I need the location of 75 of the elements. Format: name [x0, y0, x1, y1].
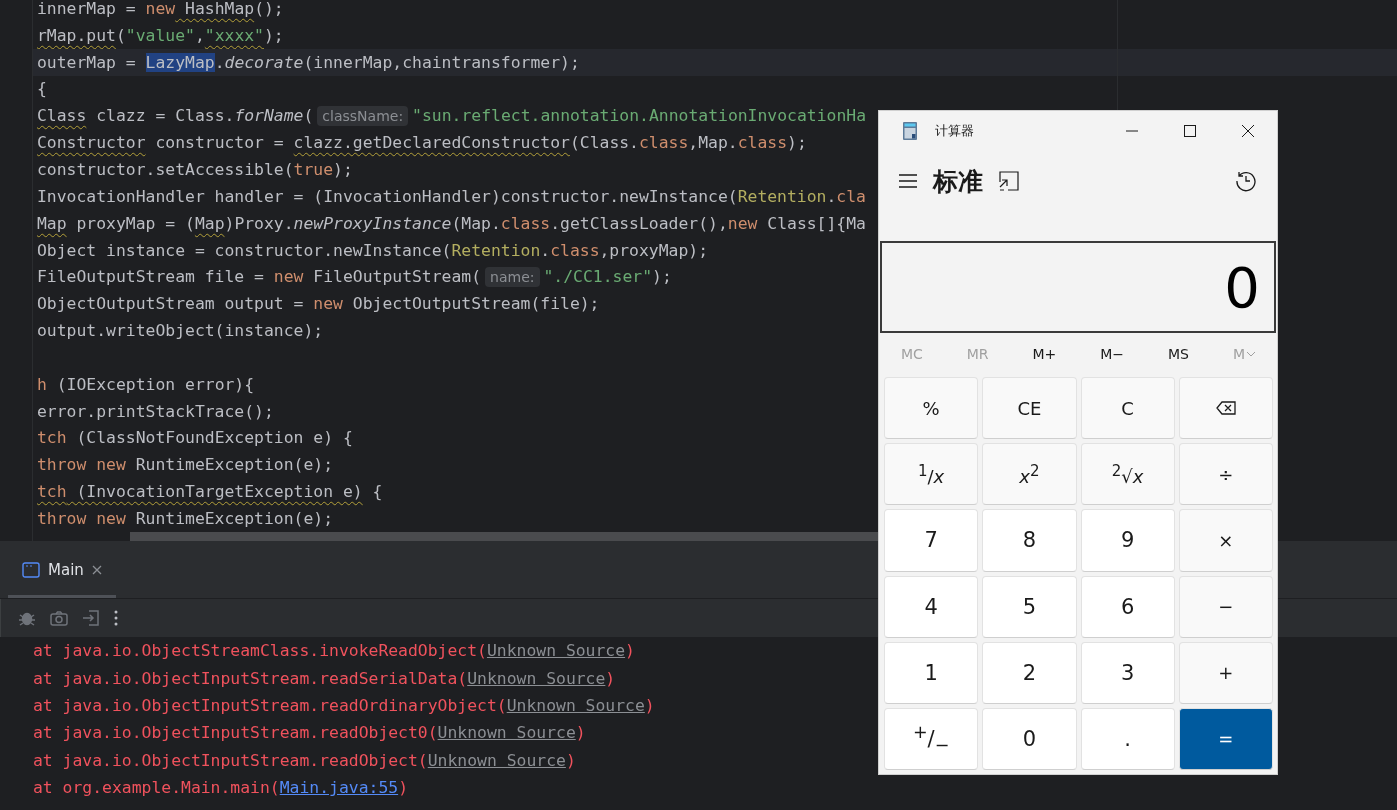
calculator-key[interactable]: 2 — [982, 641, 1077, 704]
code-line: throw new RuntimeException(e); — [37, 455, 334, 475]
caret-icon — [1247, 351, 1255, 357]
window-title: 计算器 — [935, 122, 975, 140]
code-line: ObjectOutputStream output = new ObjectOutputStream(file); — [37, 294, 600, 314]
code-line: constructor.setAccessible(true); — [37, 160, 353, 179]
result-display: 0 — [880, 241, 1276, 333]
code-line: Object instance = constructor.newInstance(Retention.class,proxyMap); — [37, 240, 709, 260]
code-line: error.printStackTrace(); — [37, 401, 274, 421]
console-line: at org.example.Main.main(Main.java:55) — [33, 777, 408, 800]
code-line: tch (ClassNotFoundException e) { — [37, 428, 353, 448]
backspace-button[interactable] — [1178, 377, 1273, 440]
console-line: at java.io.ObjectInputStream.readOrdinaryObject(Unknown Source) — [33, 694, 655, 717]
code-line: rMap.put("value","xxxx"); — [37, 25, 284, 45]
calculator-key[interactable]: $^{2}$√x — [1080, 443, 1175, 506]
maximize-icon[interactable] — [1184, 125, 1196, 137]
memory-button[interactable]: M− — [1092, 342, 1133, 366]
window-icon — [22, 561, 40, 578]
backspace-icon — [1215, 401, 1236, 416]
code-line: output.writeObject(instance); — [37, 321, 324, 341]
source-link[interactable]: Unknown Source — [506, 695, 645, 715]
code-line: tch (InvocationTargetException e) { — [37, 482, 383, 502]
history-icon[interactable] — [1235, 170, 1257, 192]
code-line: FileOutputStream file = new FileOutputStream( name: "./CC1.ser"); — [37, 266, 672, 287]
source-link[interactable]: Unknown Source — [486, 641, 626, 661]
exit-icon[interactable] — [81, 608, 101, 628]
calculator-key[interactable]: + — [1178, 641, 1273, 704]
code-line: innerMap = new HashMap(); — [37, 0, 284, 18]
source-link[interactable]: Unknown Source — [437, 723, 576, 743]
console-line: at java.io.ObjectInputStream.readObject(Unknown Source) — [33, 749, 576, 772]
calculator-key[interactable]: 6 — [1080, 575, 1175, 638]
menu-icon[interactable] — [899, 174, 917, 188]
calculator-key[interactable]: CE — [982, 377, 1077, 440]
console-line: at java.io.ObjectInputStream.readObject0(Unknown Source) — [33, 722, 586, 745]
calculator-key[interactable]: ÷ — [1178, 443, 1273, 506]
calculator-key[interactable]: C — [1080, 377, 1175, 440]
calculator-key[interactable]: $^{+}$/$_{−}$ — [884, 707, 979, 770]
calculator-key[interactable]: × — [1178, 509, 1273, 572]
calculator-key[interactable]: % — [884, 377, 979, 440]
mode-title: 标准 — [933, 165, 983, 198]
calculator-key[interactable]: 0 — [982, 707, 1077, 770]
calculator-key[interactable]: − — [1178, 575, 1273, 638]
close-icon[interactable] — [1242, 125, 1254, 137]
source-link[interactable]: Main.java:55 — [279, 778, 399, 798]
calculator-key[interactable]: 5 — [982, 575, 1077, 638]
calculator-key[interactable]: = — [1178, 707, 1273, 770]
code-line: h (IOException error){ — [37, 374, 255, 394]
console-line: at java.io.ObjectStreamClass.invokeReadObject(Unknown Source) — [33, 640, 635, 663]
code-line: Constructor constructor = clazz.getDeclaredConstructor(Class.class,Map.class); — [37, 133, 807, 153]
code-line: InvocationHandler handler = (InvocationHandler)constructor.newInstance(Retention.cla — [37, 186, 866, 206]
calculator-key[interactable]: 4 — [884, 575, 979, 638]
calculator-key[interactable]: 9 — [1080, 509, 1175, 572]
memory-button[interactable]: MS — [1160, 342, 1197, 366]
code-line: Map proxyMap = (Map)Proxy.newProxyInstance(Map.class.getClassLoader(),new Class[]{Ma — [37, 213, 866, 233]
code-line: throw new RuntimeException(e); — [37, 508, 334, 528]
calculator-key[interactable]: 3 — [1080, 641, 1175, 704]
keep-on-top-icon[interactable] — [999, 171, 1019, 191]
more-icon[interactable] — [113, 608, 119, 628]
source-link[interactable]: Unknown Source — [467, 668, 606, 688]
code-line: outerMap = LazyMap.decorate(innerMap,chaintransformer); — [37, 52, 580, 72]
calculator-key[interactable]: 1 — [884, 641, 979, 704]
calculator-key[interactable]: x$^{2}$ — [982, 443, 1077, 506]
camera-icon[interactable] — [49, 608, 69, 628]
calculator-key[interactable]: $^{1}$/x — [884, 443, 979, 506]
console-line: at java.io.ObjectInputStream.readSerialData(Unknown Source) — [33, 667, 616, 690]
scrollbar[interactable] — [130, 532, 878, 541]
memory-button[interactable]: M+ — [1024, 342, 1065, 366]
tab[interactable]: Main — [8, 541, 116, 598]
calculator-icon — [903, 122, 917, 140]
calculator-key[interactable]: 8 — [982, 509, 1077, 572]
source-link[interactable]: Unknown Source — [427, 750, 566, 770]
calculator-key[interactable]: . — [1080, 707, 1175, 770]
calculator-key[interactable]: 7 — [884, 509, 979, 572]
code-line: Class clazz = Class.forName( className: "sun.reflect.annotation.AnnotationInvocationHa — [37, 105, 867, 126]
code-line: { — [37, 79, 47, 99]
